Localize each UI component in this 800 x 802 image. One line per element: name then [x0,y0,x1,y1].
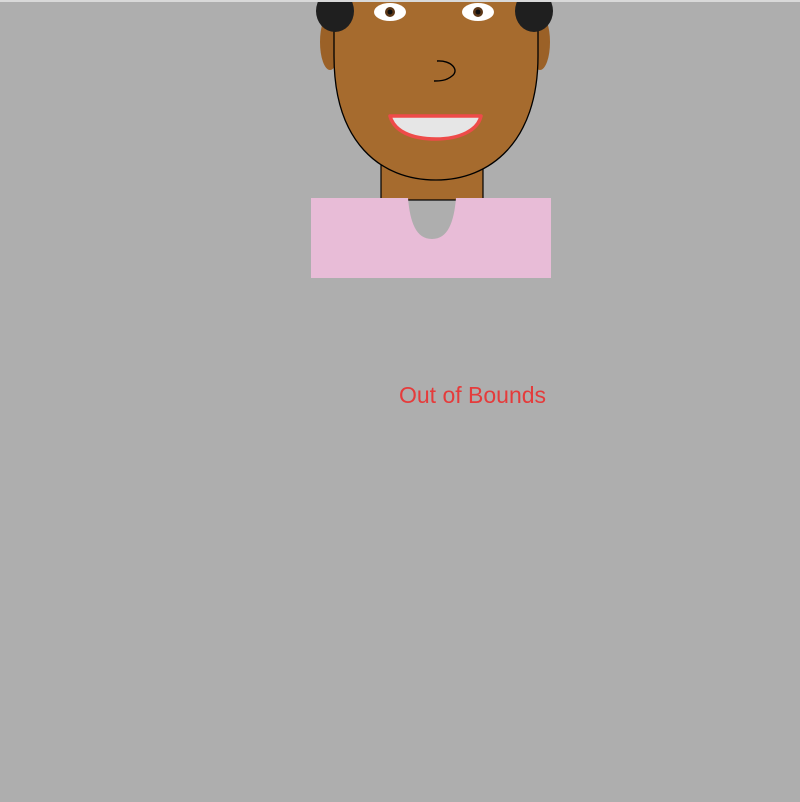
out-of-bounds-message: Out of Bounds [399,382,547,408]
right-eye [462,3,494,21]
head [333,2,539,181]
character [311,2,553,278]
left-eye [374,3,406,21]
shirt [311,198,551,278]
game-canvas[interactable]: Out of Bounds [0,0,800,802]
